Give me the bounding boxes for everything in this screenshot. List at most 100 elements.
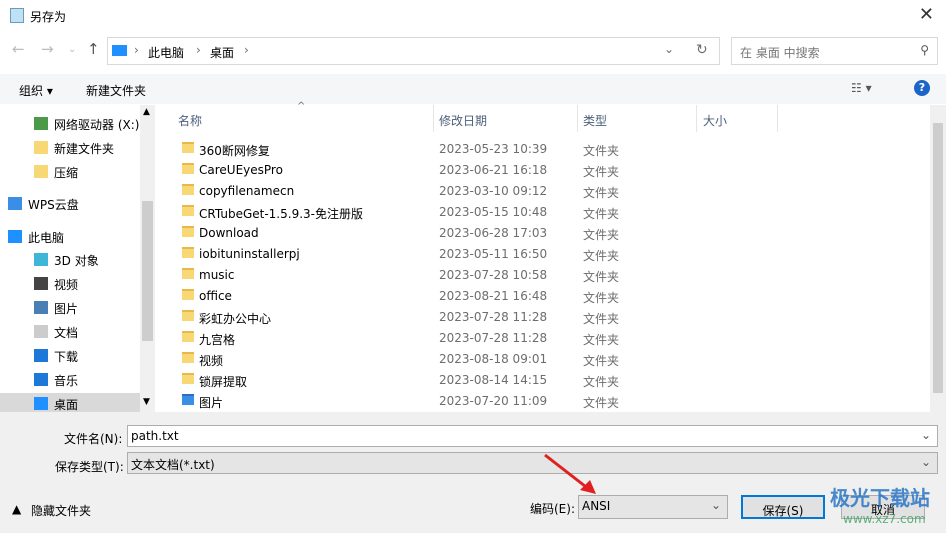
file-date: 2023-07-28 11:28 — [439, 310, 548, 324]
file-type: 文件夹 — [583, 333, 620, 347]
column-date[interactable]: 修改日期 — [439, 112, 487, 129]
forward-button[interactable]: → — [41, 40, 54, 58]
music-icon — [34, 373, 48, 386]
file-row[interactable]: CareUEyesPro 2023-06-21 16:18 文件夹 — [160, 160, 930, 181]
filename-value: path.txt — [131, 429, 179, 443]
file-type: 文件夹 — [583, 312, 620, 326]
breadcrumb-this-pc[interactable]: 此电脑 — [148, 44, 184, 61]
file-type: 文件夹 — [583, 228, 620, 242]
organize-button[interactable]: 组织 ▾ — [19, 82, 53, 99]
nav-scrollbar[interactable]: ▲ ▼ — [140, 105, 155, 412]
list-scrollbar[interactable] — [930, 105, 946, 412]
up-button[interactable]: ↑ — [87, 40, 100, 58]
nav-item[interactable]: 视频 — [0, 273, 140, 295]
nav-item-label: 下载 — [54, 350, 79, 364]
file-type: 文件夹 — [583, 291, 620, 305]
save-type-value: 文本文档(*.txt) — [131, 458, 215, 472]
file-name: 锁屏提取 — [199, 375, 248, 389]
nav-item[interactable]: WPS云盘 — [0, 193, 140, 215]
nav-item-label: 视频 — [54, 278, 79, 292]
nav-item[interactable]: 音乐 — [0, 369, 140, 391]
file-date: 2023-05-15 10:48 — [439, 205, 548, 219]
column-size[interactable]: 大小 — [703, 112, 727, 129]
file-type: 文件夹 — [583, 249, 620, 263]
address-dropdown[interactable]: ⌄ — [664, 42, 674, 56]
file-date: 2023-03-10 09:12 — [439, 184, 548, 198]
file-row[interactable]: CRTubeGet-1.5.9.3-免注册版 2023-05-15 10:48 文件… — [160, 202, 930, 223]
file-row[interactable]: 视频 2023-08-18 09:01 文件夹 — [160, 349, 930, 370]
breadcrumb-desktop[interactable]: 桌面 — [210, 44, 234, 61]
column-name[interactable]: 名称 — [178, 112, 202, 129]
folder-icon — [182, 289, 194, 300]
file-row[interactable]: 锁屏提取 2023-08-14 14:15 文件夹 — [160, 370, 930, 391]
network-drive-icon — [34, 117, 48, 130]
search-icon: ⚲ — [920, 43, 929, 57]
folder-icon — [182, 310, 194, 321]
save-type-label: 保存类型(T): — [55, 460, 124, 474]
navigation-pane: 网络驱动器 (X:) 新建文件夹压缩 WPS云盘此电脑 3D 对象视频图片 文档下载音乐… — [0, 105, 155, 412]
file-type: 文件夹 — [583, 165, 620, 179]
recent-dropdown[interactable]: ⌄ — [68, 44, 76, 55]
list-scroll-thumb[interactable] — [933, 123, 943, 393]
file-type: 文件夹 — [583, 396, 620, 410]
nav-item[interactable]: 此电脑 — [0, 226, 140, 248]
help-icon[interactable]: ? — [914, 80, 930, 96]
refresh-button[interactable]: ↻ — [696, 42, 708, 58]
search-input[interactable]: 在 桌面 中搜索 ⚲ — [731, 37, 938, 65]
file-row[interactable]: 彩虹办公中心 2023-07-28 11:28 文件夹 — [160, 307, 930, 328]
hide-folders-button[interactable]: 隐藏文件夹 — [31, 502, 91, 519]
file-row[interactable]: copyfilenamecn 2023-03-10 09:12 文件夹 — [160, 181, 930, 202]
nav-item-label: 音乐 — [54, 374, 79, 388]
encoding-select[interactable]: ANSI ⌄ — [578, 495, 728, 519]
file-row[interactable]: 360断网修复 2023-05-23 10:39 文件夹 — [160, 139, 930, 160]
encoding-label: 编码(E): — [530, 502, 575, 516]
nav-item[interactable]: 下载 — [0, 345, 140, 367]
save-type-select[interactable]: 文本文档(*.txt) ⌄ — [127, 452, 938, 474]
nav-scroll-thumb[interactable] — [142, 201, 153, 341]
file-row[interactable]: office 2023-08-21 16:48 文件夹 — [160, 286, 930, 307]
documents-icon — [34, 325, 48, 338]
nav-item[interactable]: 文档 — [0, 321, 140, 343]
nav-item-label: 桌面 — [54, 398, 79, 412]
collapse-icon[interactable]: ▲ — [12, 502, 21, 516]
notepad-icon — [10, 8, 24, 23]
nav-item[interactable]: 新建文件夹 — [0, 137, 140, 159]
3d-objects-icon — [34, 253, 48, 266]
close-button[interactable]: ✕ — [919, 4, 934, 25]
address-bar[interactable]: › 此电脑 › 桌面 › ⌄ ↻ — [107, 37, 720, 65]
file-date: 2023-06-28 17:03 — [439, 226, 548, 240]
file-row[interactable]: iobituninstallerpj 2023-05-11 16:50 文件夹 — [160, 244, 930, 265]
nav-item[interactable]: 网络驱动器 (X:) — [0, 113, 140, 135]
nav-item[interactable]: 桌面 — [0, 393, 140, 412]
file-name: 彩虹办公中心 — [199, 312, 272, 326]
file-row[interactable]: 九宫格 2023-07-28 11:28 文件夹 — [160, 328, 930, 349]
window-title: 另存为 — [30, 10, 67, 24]
file-row[interactable]: music 2023-07-28 10:58 文件夹 — [160, 265, 930, 286]
file-name: Download — [199, 226, 259, 240]
view-options-button[interactable]: ☷ ▾ — [851, 81, 872, 95]
nav-item-label: 3D 对象 — [54, 254, 99, 268]
file-row[interactable]: Download 2023-06-28 17:03 文件夹 — [160, 223, 930, 244]
toolbar: 组织 ▾ 新建文件夹 ☷ ▾ ? — [0, 74, 946, 104]
save-options-panel: 文件名(N): path.txt ⌄ 保存类型(T): 文本文档(*.txt) ⌄ … — [0, 412, 946, 533]
column-type[interactable]: 类型 — [583, 112, 607, 129]
file-type: 文件夹 — [583, 207, 620, 221]
pictures-icon — [34, 301, 48, 314]
filename-input[interactable]: path.txt ⌄ — [127, 425, 938, 447]
nav-item[interactable]: 图片 — [0, 297, 140, 319]
file-name: 图片 — [199, 396, 224, 410]
title-bar: 另存为 ✕ — [0, 0, 946, 32]
download-icon — [34, 349, 48, 362]
new-folder-button[interactable]: 新建文件夹 — [86, 82, 146, 99]
nav-item-label: 新建文件夹 — [54, 142, 115, 156]
file-name: 视频 — [199, 354, 224, 368]
cloud-icon — [8, 197, 22, 210]
file-row[interactable]: 图片 2023-07-20 11:09 文件夹 — [160, 391, 930, 412]
nav-item[interactable]: 3D 对象 — [0, 249, 140, 271]
desktop-icon — [34, 397, 48, 410]
back-button[interactable]: ← — [12, 40, 25, 58]
pictures-folder-icon — [182, 394, 194, 405]
nav-item-label: WPS云盘 — [28, 198, 79, 212]
save-button[interactable]: 保存(S) — [741, 495, 825, 519]
nav-item[interactable]: 压缩 — [0, 161, 140, 183]
